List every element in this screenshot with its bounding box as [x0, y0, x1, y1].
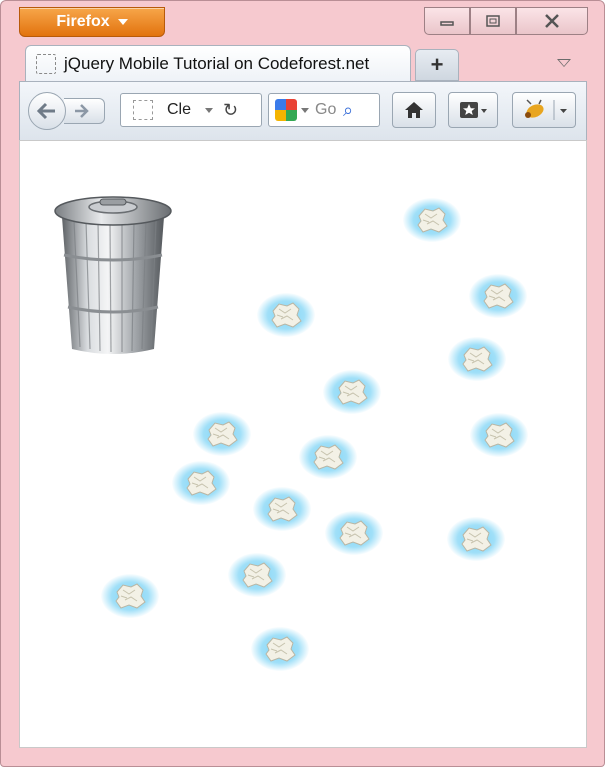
crumpled-paper-icon[interactable]: [448, 337, 506, 381]
navigation-toolbar: Cle ↻ Go ⌕: [19, 81, 587, 141]
reload-icon[interactable]: ↻: [223, 100, 238, 121]
minimize-button[interactable]: [424, 7, 470, 35]
forward-arrow-icon: [75, 104, 89, 118]
trash-can-icon[interactable]: [52, 187, 174, 359]
crumpled-paper-icon[interactable]: [469, 274, 527, 318]
plus-icon: +: [430, 52, 444, 77]
title-bar: Firefox: [1, 1, 604, 41]
url-bar[interactable]: Cle ↻: [120, 93, 262, 127]
browser-window: Firefox jQuery Mobile Tutorial on Codefo…: [0, 0, 605, 767]
close-icon: [545, 14, 559, 28]
tab-strip: jQuery Mobile Tutorial on Codeforest.net…: [1, 41, 604, 82]
window-controls: [424, 7, 588, 35]
firefox-menu-label: Firefox: [56, 13, 110, 30]
maximize-button[interactable]: [470, 7, 516, 35]
bookmarks-button[interactable]: [448, 92, 498, 128]
crumpled-paper-icon[interactable]: [228, 553, 286, 597]
firebug-icon: [525, 99, 567, 120]
crumpled-paper-icon[interactable]: [257, 293, 315, 337]
url-text: Cle: [167, 101, 192, 118]
search-engine-dropdown-icon[interactable]: [301, 107, 309, 113]
crumpled-paper-icon[interactable]: [101, 574, 159, 618]
back-button[interactable]: [28, 92, 66, 130]
magnifier-icon[interactable]: ⌕: [343, 100, 353, 121]
search-input[interactable]: Go: [315, 101, 341, 119]
crumpled-paper-icon[interactable]: [403, 198, 461, 242]
maximize-icon: [486, 15, 500, 27]
list-all-tabs-icon[interactable]: [557, 59, 571, 67]
forward-button[interactable]: [64, 98, 105, 124]
crumpled-paper-icon[interactable]: [447, 517, 505, 561]
close-window-button[interactable]: [516, 7, 588, 35]
search-bar[interactable]: Go ⌕: [268, 93, 380, 127]
chevron-down-icon: [117, 19, 128, 25]
home-button[interactable]: [392, 92, 436, 128]
back-arrow-icon: [37, 102, 55, 120]
crumpled-paper-icon[interactable]: [470, 413, 528, 457]
crumpled-paper-icon[interactable]: [325, 511, 383, 555]
back-forward-group: [28, 92, 112, 130]
bookmark-star-icon: [460, 102, 487, 118]
tab-title: jQuery Mobile Tutorial on Codeforest.net: [64, 54, 370, 73]
minimize-icon: [440, 21, 454, 26]
google-icon[interactable]: [275, 99, 297, 121]
crumpled-paper-icon[interactable]: [323, 370, 381, 414]
crumpled-paper-icon[interactable]: [193, 412, 251, 456]
page-favicon-icon: [36, 54, 56, 74]
page-content: [19, 140, 587, 748]
tab-jquery-mobile-tutorial[interactable]: jQuery Mobile Tutorial on Codeforest.net: [25, 45, 411, 82]
site-identity-icon[interactable]: [133, 100, 153, 120]
crumpled-paper-icon[interactable]: [172, 461, 230, 505]
crumpled-paper-icon[interactable]: [253, 487, 311, 531]
crumpled-paper-icon[interactable]: [251, 627, 309, 671]
home-icon: [405, 102, 423, 118]
firefox-menu-button[interactable]: Firefox: [19, 7, 165, 37]
new-tab-button[interactable]: +: [415, 49, 459, 81]
firebug-button[interactable]: [512, 92, 576, 128]
crumpled-paper-icon[interactable]: [299, 435, 357, 479]
url-history-dropdown-icon[interactable]: [205, 107, 213, 113]
